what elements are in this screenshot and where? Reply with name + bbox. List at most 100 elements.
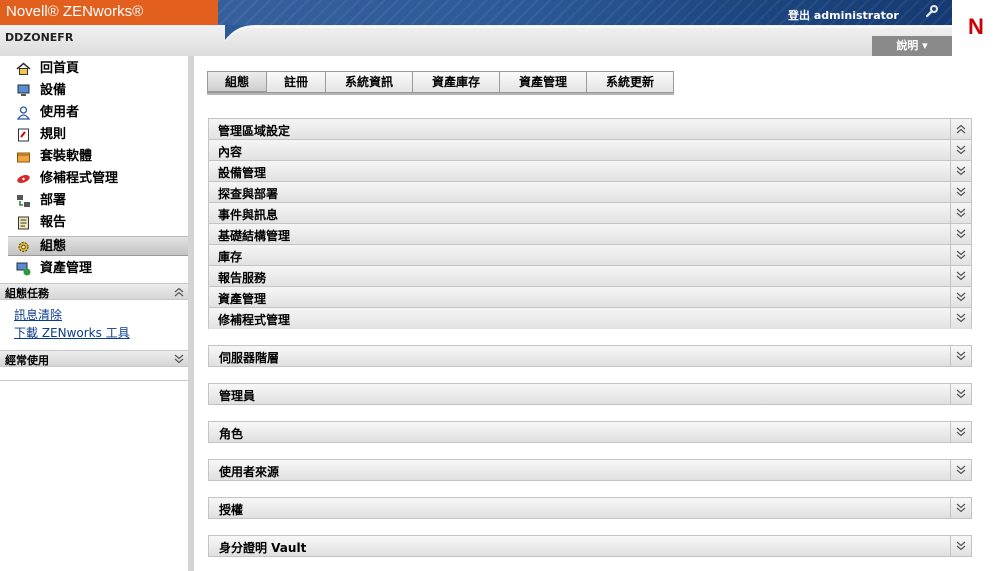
zone-setting-label: 報告服務: [218, 271, 267, 285]
zone-setting-label: 探查與部署: [218, 187, 279, 201]
section-user-sources[interactable]: 使用者來源: [208, 459, 972, 481]
expand-button[interactable]: [950, 536, 971, 556]
tab-system-information[interactable]: 系統資訊: [326, 71, 413, 93]
sidebar-item-label: 回首頁: [40, 61, 80, 76]
sidebar-item-label: 報告: [40, 215, 67, 230]
deployment-icon: [17, 195, 30, 207]
patch-icon: [17, 175, 30, 183]
tab-asset-management[interactable]: 資產管理: [500, 71, 587, 93]
expand-button[interactable]: [950, 266, 971, 286]
sidebar-item-label: 規則: [40, 127, 67, 142]
report-icon: [18, 216, 29, 230]
sidebar-item-configuration[interactable]: 組態: [8, 236, 188, 256]
wrench-icon[interactable]: [925, 4, 939, 18]
tab-configuration[interactable]: 組態: [207, 71, 267, 93]
sidebar-divider: [188, 56, 194, 571]
chevron-down-icon: [956, 145, 966, 155]
zone-setting-events-messaging[interactable]: 事件與訊息: [209, 203, 971, 224]
sidebar-item-policies[interactable]: 規則: [8, 125, 188, 145]
config-tasks-title: 組態任務: [5, 287, 49, 300]
sidebar-item-asset-management[interactable]: 資產管理: [8, 259, 188, 279]
chevron-down-icon: [956, 351, 966, 361]
chevron-down-icon: [956, 503, 966, 513]
zone-setting-reporting[interactable]: 報告服務: [209, 266, 971, 287]
logout-link[interactable]: 登出 administrator: [788, 7, 899, 23]
zone-setting-label: 基礎結構管理: [218, 229, 291, 243]
expand-button[interactable]: [950, 182, 971, 202]
sidebar-item-bundles[interactable]: 套裝軟體: [8, 147, 188, 167]
expand-button[interactable]: [950, 287, 971, 307]
zone-setting-label: 設備管理: [218, 166, 267, 180]
sidebar-item-devices[interactable]: 設備: [8, 81, 188, 101]
tab-system-updates[interactable]: 系統更新: [587, 71, 674, 93]
section-credential-vault[interactable]: 身分證明 Vault: [208, 535, 972, 557]
expand-button[interactable]: [950, 498, 971, 518]
chevron-down-icon: [956, 292, 966, 302]
download-zenworks-tools-link[interactable]: 下載 ZENworks 工具: [14, 324, 130, 341]
expand-button[interactable]: [950, 422, 971, 442]
zone-settings-header[interactable]: 管理區域設定: [209, 119, 971, 140]
tab-registration[interactable]: 註冊: [267, 71, 326, 93]
expand-button[interactable]: [950, 308, 971, 328]
collapse-button[interactable]: [950, 119, 971, 139]
expand-button[interactable]: [950, 203, 971, 223]
zone-setting-device-management[interactable]: 設備管理: [209, 161, 971, 182]
chevron-down-icon: [956, 166, 966, 176]
frequently-used-body: [0, 369, 188, 381]
chevron-down-icon: [956, 208, 966, 218]
sidebar-item-reports[interactable]: 報告: [8, 213, 188, 233]
help-button[interactable]: 說明 ▾: [872, 36, 952, 56]
expand-button[interactable]: [950, 384, 971, 404]
chevron-down-icon[interactable]: [172, 352, 186, 366]
section-title: 身分證明 Vault: [219, 541, 307, 555]
section-title: 伺服器階層: [219, 351, 280, 365]
section-roles[interactable]: 角色: [208, 421, 972, 443]
section-administrators[interactable]: 管理員: [208, 383, 972, 405]
sidebar-item-patch-management[interactable]: 修補程式管理: [8, 169, 188, 189]
tab-asset-inventory[interactable]: 資產庫存: [413, 71, 500, 93]
frequently-used-header[interactable]: 經常使用: [0, 350, 188, 367]
expand-button[interactable]: [950, 161, 971, 181]
frequently-used-title: 經常使用: [5, 354, 49, 367]
expand-button[interactable]: [950, 346, 971, 366]
zone-settings-title: 管理區域設定: [218, 124, 291, 138]
chevron-down-icon: [956, 541, 966, 551]
chevron-down-icon: [956, 427, 966, 437]
sidebar-item-label: 使用者: [40, 105, 80, 120]
product-name: Novell® ZENworks®: [6, 3, 144, 20]
zone-setting-discovery-deployment[interactable]: 探查與部署: [209, 182, 971, 203]
expand-button[interactable]: [950, 140, 971, 160]
user-icon: [16, 106, 31, 120]
section-title: 使用者來源: [219, 465, 280, 479]
section-server-hierarchy[interactable]: 伺服器階層: [208, 345, 972, 367]
novell-logo: N: [968, 14, 984, 39]
zone-setting-infrastructure[interactable]: 基礎結構管理: [209, 224, 971, 245]
chevron-down-icon: [956, 250, 966, 260]
expand-button[interactable]: [950, 224, 971, 244]
sidebar-item-label: 部署: [40, 193, 67, 208]
message-cleanup-link[interactable]: 訊息清除: [14, 306, 62, 323]
chevron-up-icon: [956, 124, 966, 134]
gear-icon: [18, 241, 29, 253]
chevron-up-icon[interactable]: [172, 285, 186, 299]
chevron-down-icon: [956, 187, 966, 197]
zone-setting-patch-management[interactable]: 修補程式管理: [209, 308, 971, 329]
sidebar-item-deployment[interactable]: 部署: [8, 191, 188, 211]
config-tasks-header[interactable]: 組態任務: [0, 283, 188, 300]
zone-setting-content[interactable]: 內容: [209, 140, 971, 161]
zone-setting-inventory[interactable]: 庫存: [209, 245, 971, 266]
sidebar-item-home[interactable]: 回首頁: [8, 59, 188, 79]
expand-button[interactable]: [950, 460, 971, 480]
chevron-down-icon: [956, 465, 966, 475]
sidebar-item-users[interactable]: 使用者: [8, 103, 188, 123]
section-title: 管理員: [219, 389, 256, 403]
zone-setting-asset-management[interactable]: 資產管理: [209, 287, 971, 308]
expand-button[interactable]: [950, 245, 971, 265]
zone-name: DDZONEFR: [5, 31, 74, 44]
section-licensing[interactable]: 授權: [208, 497, 972, 519]
chevron-down-icon: [956, 271, 966, 281]
sidebar-item-label: 資產管理: [40, 261, 93, 276]
section-title: 授權: [219, 503, 244, 517]
zone-setting-label: 修補程式管理: [218, 313, 291, 327]
home-icon: [16, 62, 31, 75]
